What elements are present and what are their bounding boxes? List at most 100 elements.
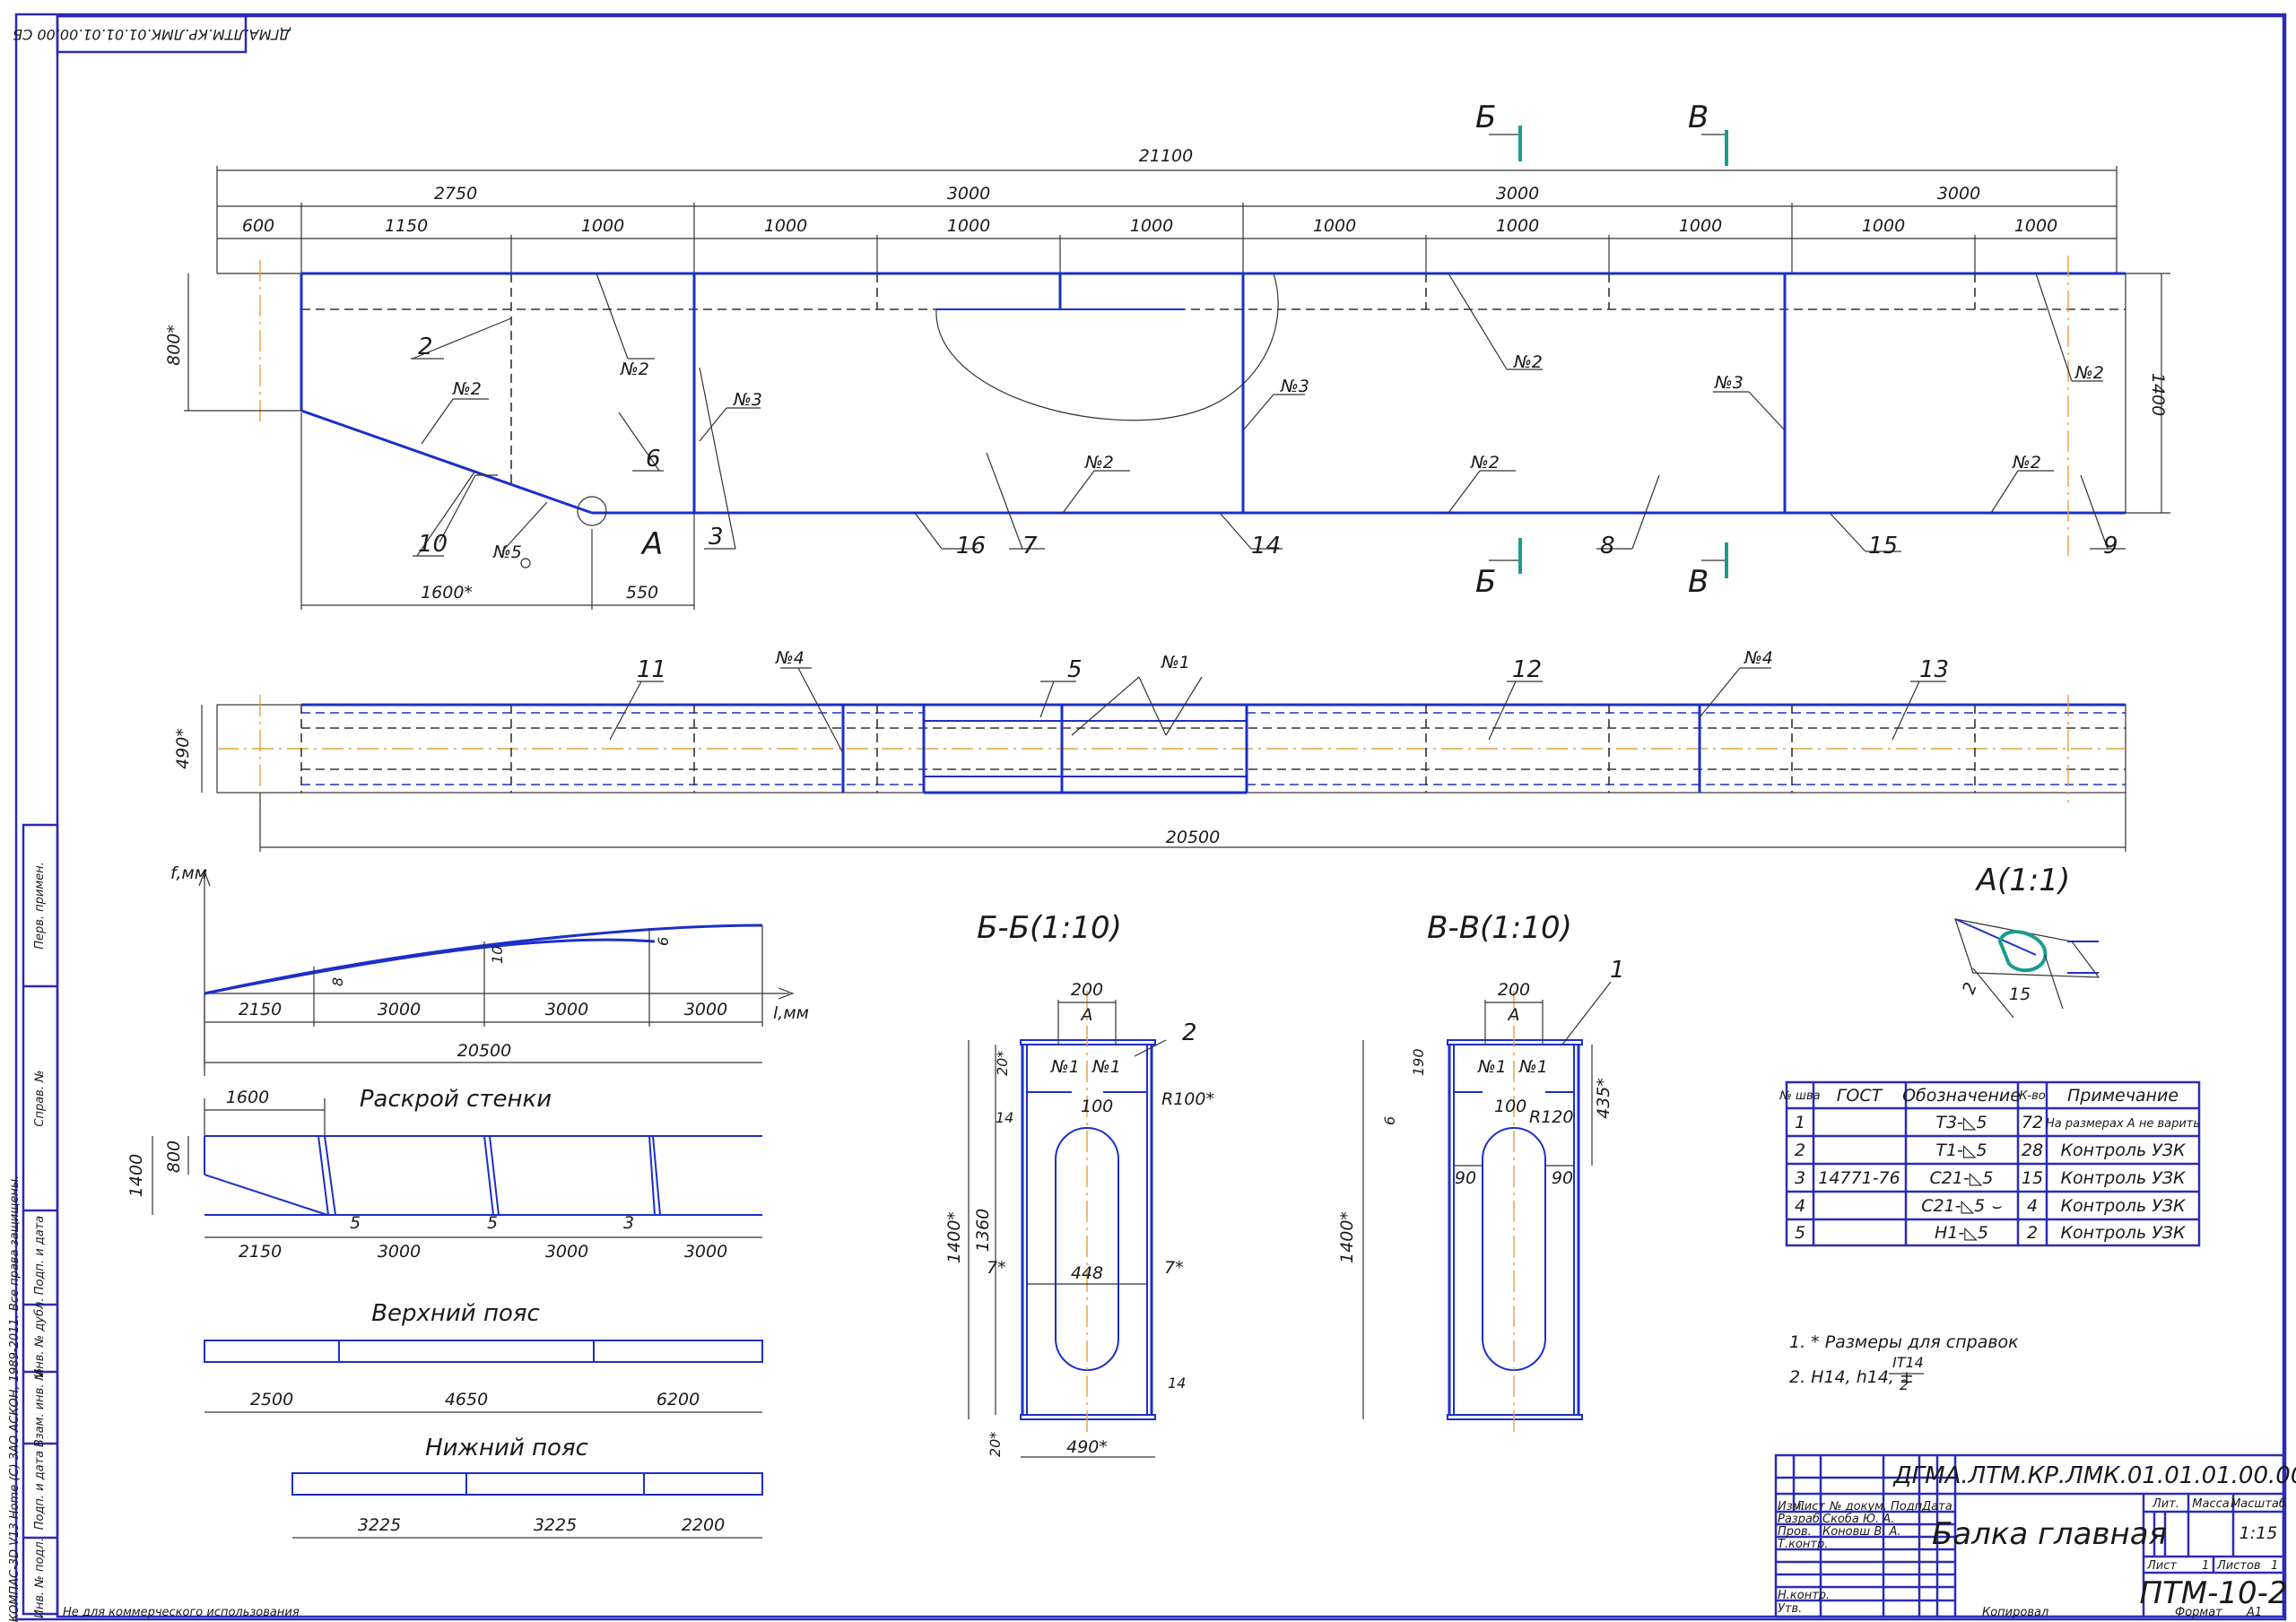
wt-row5-mark: Н1-◺5	[1935, 1223, 1988, 1243]
pos-7: 7	[1022, 533, 1038, 559]
web-cut-h1: 1400	[126, 1154, 146, 1197]
side-cell-2: Справ. №	[33, 1070, 47, 1126]
plan-pos-11: 11	[637, 656, 666, 683]
plan-view: 490* 20500 11 5 12 13 №4 №1 №4	[173, 648, 2126, 852]
plan-pos-12: 12	[1512, 656, 1542, 683]
notes: 1. * Размеры для справок 2. Н14, h14, ± …	[1789, 1332, 2019, 1393]
pos-15: 15	[1868, 533, 1898, 559]
top-code-box: ДГМА.ЛТМ.КР.ЛМК.01.01.01.00.00 СБ	[13, 14, 291, 54]
camber-span-2: 3000	[378, 1000, 421, 1019]
stamp-prov: Коновш В. А.	[1822, 1525, 1901, 1539]
camber-span-3: 3000	[545, 1000, 588, 1019]
vv-dim-100: 100	[1494, 1097, 1526, 1116]
section-bb: Б-Б(1:10) 200 А 20* 14 100 R100* 1400* 1…	[944, 910, 1214, 1458]
top-code-text: ДГМА.ЛТМ.КР.ЛМК.01.01.01.00.00 СБ	[13, 26, 291, 43]
bb-weld-1-left: №1	[1050, 1057, 1080, 1077]
dim-seg-10: 1000	[1862, 216, 1905, 236]
vv-dim-a: А	[1507, 1005, 1520, 1025]
dim-seg-top-4: 3000	[1937, 184, 1980, 204]
wt-gost: 14771-76	[1818, 1168, 1900, 1188]
bb-dim-448: 448	[1071, 1263, 1103, 1283]
dim-seg-top-1: 2750	[434, 184, 477, 204]
wt-row2-n: 2	[1795, 1141, 1805, 1160]
dim-height-right: 1400	[2148, 373, 2168, 416]
stamp-sign: Подп.	[1891, 1500, 1926, 1514]
plan-weld-4-left: №4	[775, 648, 804, 668]
wt-row3-mark: С21-◺5	[1930, 1168, 1994, 1188]
pos-8: 8	[1600, 533, 1615, 559]
top-flange: Верхний пояс 2500 4650 6200	[204, 1300, 763, 1413]
bb-weld-1-right: №1	[1091, 1057, 1121, 1077]
weld-label-2: №2	[620, 360, 649, 379]
stamp-utv-label: Утв.	[1778, 1602, 1802, 1616]
web-cut-gap-3: 3	[623, 1213, 634, 1233]
side-cell-4: Инв. № дубл.	[33, 1298, 47, 1378]
weld-label-1: №2	[452, 379, 482, 399]
dim-seg-8: 1000	[1496, 216, 1539, 236]
dim-seg-1: 600	[242, 216, 274, 236]
vv-dim-200: 200	[1498, 980, 1530, 1000]
web-cut-span-3: 3000	[545, 1242, 588, 1262]
pos-2: 2	[418, 334, 433, 360]
stamp-sheet-no: 1	[2202, 1559, 2209, 1573]
stamp-sheets-label: Листов	[2216, 1559, 2261, 1573]
stamp-razrab: Скоба Ю. А.	[1822, 1513, 1894, 1526]
weld-table: № шва ГОСТ Обозначение К-во Примечание 1…	[1779, 1080, 2201, 1247]
section-b-bottom: Б	[1475, 564, 1496, 600]
top-flange-title: Верхний пояс	[371, 1300, 540, 1327]
vv-dim-90-left: 90	[1455, 1168, 1476, 1188]
web-cut-title: Раскрой стенки	[360, 1086, 552, 1113]
weld-label-5: №2	[1084, 453, 1114, 473]
plan-weld-4-right: №4	[1744, 648, 1773, 668]
wt-row4-note: Контроль УЗК	[2061, 1196, 2187, 1216]
dim-seg-9: 1000	[1679, 216, 1722, 236]
wt-row5-note: Контроль УЗК	[2061, 1223, 2187, 1243]
bb-dim-1360: 1360	[973, 1209, 993, 1252]
web-cut-h2: 800	[164, 1141, 184, 1173]
wt-row4-mark: С21-◺5 ⌣	[1921, 1196, 2002, 1216]
bb-dim-20-bottom: 20*	[987, 1432, 1004, 1457]
detail-dim-15: 15	[2009, 984, 2031, 1004]
side-cell-5: Взам. инв. №	[33, 1368, 47, 1447]
wt-row3-qty: 15	[2022, 1168, 2043, 1188]
main-view: 21100 2750 3000 3000 3000 600 1150 1000 …	[164, 100, 2170, 610]
wt-row2-qty: 28	[2022, 1141, 2043, 1160]
dim-seg-6: 1000	[1130, 216, 1173, 236]
vv-dim-6: 6	[1381, 1116, 1398, 1125]
section-v-top: В	[1688, 100, 1709, 135]
wt-row1-mark: Т3-◺5	[1935, 1113, 1987, 1132]
bottom-flange-span-2: 3225	[534, 1515, 577, 1535]
dim-seg-top-3: 3000	[1496, 184, 1539, 204]
weld-label-10: №2	[2074, 363, 2104, 383]
bb-dim-20-top: 20*	[994, 1051, 1011, 1076]
detail-dim-2: 2	[1959, 980, 1981, 997]
bb-dim-a: А	[1080, 1005, 1093, 1025]
pos-6: 6	[646, 446, 661, 473]
bb-dim-1400: 1400*	[944, 1211, 964, 1263]
wt-row3-n: 3	[1795, 1168, 1805, 1188]
bb-dim-7-right: 7*	[1164, 1258, 1184, 1278]
wt-row5-n: 5	[1795, 1223, 1805, 1243]
wt-header-gost: ГОСТ	[1837, 1086, 1883, 1106]
side-cell-1: Перв. примен.	[33, 862, 47, 950]
wt-row1-qty: 72	[2022, 1113, 2043, 1132]
camber-value-3: 6	[655, 937, 672, 946]
kompas-copyright: КОМПАС-3D V13 Home (С) ЗАО АСКОН, 1989-2…	[8, 1175, 22, 1622]
wt-row4-n: 4	[1795, 1196, 1805, 1216]
note-1: 1. * Размеры для справок	[1789, 1332, 2019, 1352]
stamp-sheet-label: Лист	[2146, 1559, 2177, 1573]
vv-dim-r120: R120	[1529, 1107, 1573, 1127]
camber-span-4: 3000	[684, 1000, 727, 1019]
weld-label-9: №2	[1470, 453, 1500, 473]
section-v-bottom: В	[1688, 564, 1709, 600]
weld-label-3: №3	[733, 390, 762, 410]
dim-bottom-left: 1600*	[421, 583, 473, 603]
plan-height: 490*	[173, 728, 193, 769]
bb-dim-490: 490*	[1066, 1437, 1108, 1457]
vv-weld-1-left: №1	[1477, 1057, 1507, 1077]
section-b-top: Б	[1475, 100, 1496, 135]
stamp-razrab-label: Разраб.	[1778, 1513, 1823, 1526]
side-cell-6: Подп. и дата	[33, 1451, 47, 1531]
wt-header-n: № шва	[1779, 1089, 1820, 1103]
vv-dim-190: 190	[1410, 1048, 1427, 1076]
